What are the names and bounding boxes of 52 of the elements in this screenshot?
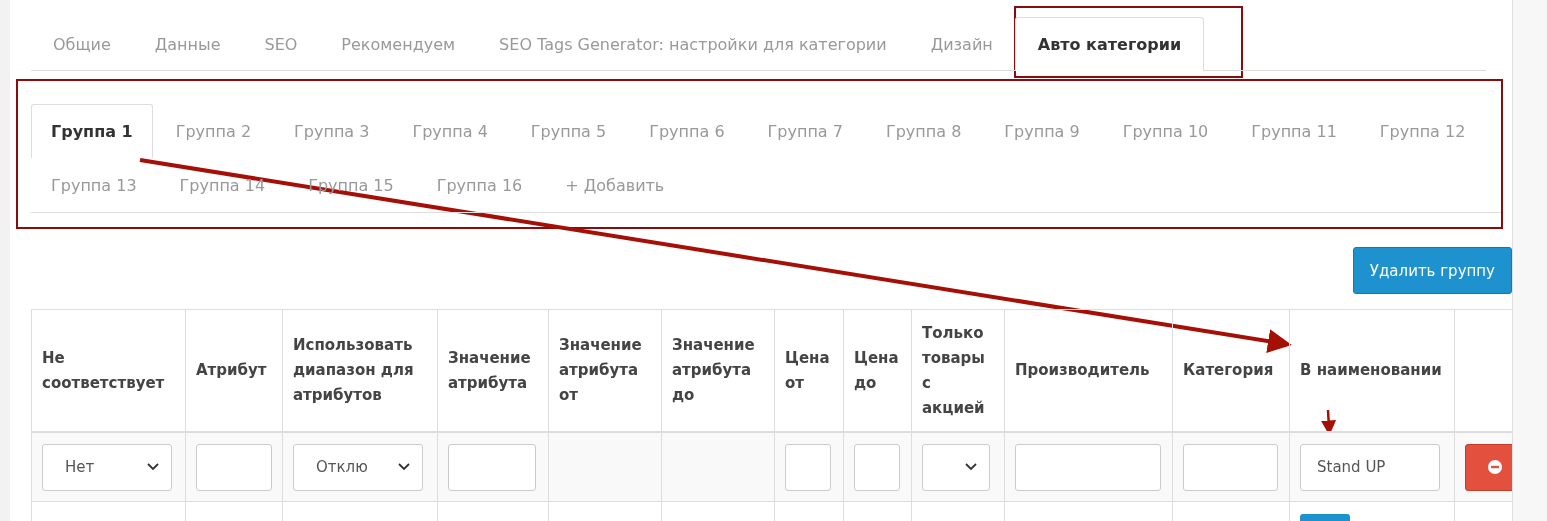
column-header: Использовать диапазон для атрибутов (293, 336, 414, 404)
group-tab[interactable]: Группа 16 (416, 158, 543, 212)
delete-group-button[interactable]: Удалить группу (1352, 247, 1512, 294)
column-header: В наименовании (1300, 361, 1442, 379)
minus-circle-icon (1488, 460, 1502, 474)
group-tab[interactable]: Группа 13 (31, 158, 157, 212)
column-header: Производитель (1015, 361, 1150, 379)
tab[interactable]: Авто категории (1014, 17, 1205, 71)
input-field[interactable]: Stand UP (1300, 443, 1440, 491)
input-field[interactable] (854, 443, 900, 491)
tab[interactable]: Общие (31, 17, 133, 70)
group-tab[interactable]: Группа 11 (1231, 104, 1357, 158)
group-tab[interactable]: Группа 4 (392, 104, 508, 158)
select-field[interactable]: Отклю (293, 443, 423, 491)
group-tab[interactable]: Группа 6 (629, 104, 745, 158)
column-header: Значение атрибута (448, 348, 531, 392)
group-tab[interactable]: Группа 10 (1102, 104, 1229, 158)
group-tab[interactable]: Группа 3 (274, 104, 390, 158)
group-tab[interactable]: Группа 8 (865, 104, 982, 158)
column-header: Значение атрибута до (672, 336, 755, 404)
input-field[interactable] (785, 443, 831, 491)
group-tab[interactable]: Группа 2 (155, 104, 272, 158)
column-header: Значение атрибута от (559, 336, 642, 404)
group-tab[interactable]: Группа 5 (510, 104, 627, 158)
tab[interactable]: SEO (242, 17, 320, 70)
group-tab[interactable]: Группа 14 (159, 158, 286, 212)
tab[interactable]: SEO Tags Generator: настройки для категории (477, 17, 909, 70)
input-field[interactable] (1015, 443, 1161, 491)
group-tab[interactable]: Группа 15 (288, 158, 414, 212)
chevron-icon (965, 463, 977, 471)
add-group-tab[interactable]: + Добавить (545, 158, 685, 212)
column-header: Не соответствует (42, 348, 165, 392)
tab[interactable]: Рекомендуем (319, 17, 478, 70)
tab[interactable]: Данные (132, 17, 243, 70)
chevron-icon (147, 463, 159, 471)
remove-button[interactable] (1465, 443, 1512, 491)
group-tab[interactable]: Группа 12 (1359, 104, 1486, 158)
input-field[interactable] (1183, 443, 1278, 491)
input-field[interactable] (196, 443, 272, 491)
group-tab[interactable]: Группа 7 (747, 104, 863, 158)
column-header: Только товары с акцией (922, 323, 985, 417)
input-field[interactable] (448, 443, 536, 491)
tab[interactable]: Дизайн (908, 17, 1015, 70)
select-field[interactable] (922, 443, 990, 491)
column-header: Цена до (854, 348, 899, 392)
column-header: Цена от (785, 348, 830, 392)
chevron-icon (398, 463, 410, 471)
group-tab[interactable]: Группа 1 (31, 104, 153, 158)
column-header: Атрибут (196, 361, 267, 379)
select-field[interactable]: Нет (42, 443, 172, 491)
column-header: Категория (1183, 361, 1274, 379)
group-tab[interactable]: Группа 9 (984, 104, 1100, 158)
